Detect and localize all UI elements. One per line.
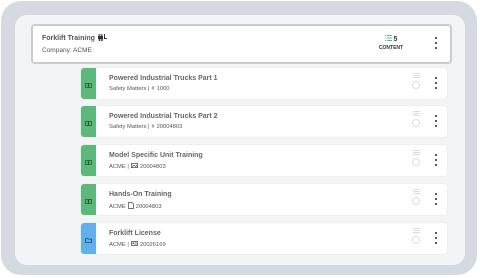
item-more-options-icon[interactable]	[432, 115, 440, 127]
item-more-options-icon[interactable]	[432, 154, 440, 166]
plan-title-text: Forklift Training	[42, 35, 95, 42]
content-item-subtitle: Safety Matters | # 20004803	[109, 124, 182, 130]
content-item-subtitle: Safety Matters | # 1000	[109, 86, 169, 92]
content-item[interactable]: Powered Industrial Trucks Part 2 Safety …	[81, 106, 447, 137]
content-item-code: 20004803	[135, 203, 162, 210]
content-item-code: 20004803	[139, 163, 166, 170]
status-placeholder	[412, 111, 420, 127]
content-item-provider: ACME	[109, 203, 126, 210]
content-item-provider: ACME |	[109, 241, 129, 248]
hash-icon: #	[151, 124, 155, 130]
content-item[interactable]: Powered Industrial Trucks Part 1 Safety …	[81, 68, 447, 99]
content-count-number: 5	[393, 35, 398, 43]
training-plan-header[interactable]: Forklift Training Company: ACME 5 CONTEN…	[31, 24, 452, 64]
content-item-title[interactable]: Powered Industrial Trucks Part 2	[109, 113, 218, 120]
content-item-code: 1000	[156, 86, 170, 92]
status-placeholder	[412, 73, 420, 89]
item-more-options-icon[interactable]	[432, 193, 440, 205]
content-type-tile	[81, 145, 96, 176]
status-placeholder	[412, 228, 420, 244]
content-item[interactable]: Hands-On Training ACME 20004803	[81, 184, 447, 215]
book-icon	[85, 191, 92, 209]
content-type-tile	[81, 223, 96, 254]
content-item[interactable]: Forklift License ACME | 20026169	[81, 223, 447, 254]
content-type-tile	[81, 68, 96, 99]
book-icon	[85, 75, 92, 93]
status-placeholder	[412, 150, 420, 166]
content-item-title[interactable]: Forklift License	[109, 230, 161, 237]
content-type-tile	[81, 106, 96, 137]
content-count-label: CONTENT	[378, 45, 404, 51]
content-item-subtitle: ACME | 20004803	[109, 163, 166, 170]
content-item-code: 20004803	[156, 124, 183, 130]
item-more-options-icon[interactable]	[432, 232, 440, 244]
content-item-title[interactable]: Hands-On Training	[109, 191, 172, 198]
content-item-subtitle: ACME | 20026169	[109, 241, 166, 248]
book-icon	[85, 113, 92, 131]
hash-icon: #	[151, 86, 155, 92]
content-type-tile	[81, 184, 96, 215]
item-more-options-icon[interactable]	[432, 77, 440, 89]
content-item-title[interactable]: Model Specific Unit Training	[109, 152, 203, 159]
outer-frame: Forklift Training Company: ACME 5 CONTEN…	[1, 1, 477, 275]
id-card-icon	[130, 241, 138, 248]
list-icon	[384, 35, 392, 43]
content-panel: Forklift Training Company: ACME 5 CONTEN…	[15, 15, 465, 265]
company-label: Company: ACME	[42, 47, 92, 54]
folder-icon	[85, 230, 92, 248]
status-placeholder	[412, 189, 420, 205]
forklift-icon	[97, 33, 107, 43]
content-count: 5 CONTENT	[371, 35, 411, 51]
header-more-options-icon[interactable]	[432, 37, 440, 49]
content-item-provider: ACME |	[109, 163, 129, 170]
book-icon	[85, 152, 92, 170]
content-item-title[interactable]: Powered Industrial Trucks Part 1	[109, 75, 218, 82]
content-item[interactable]: Model Specific Unit Training ACME | 2000…	[81, 145, 447, 176]
image-icon	[130, 163, 138, 170]
content-item-provider: Safety Matters |	[109, 86, 150, 92]
plan-title: Forklift Training	[42, 33, 107, 43]
content-item-code: 20026169	[139, 241, 166, 248]
document-icon	[127, 202, 134, 211]
content-item-subtitle: ACME 20004803	[109, 202, 162, 211]
content-item-provider: Safety Matters |	[109, 124, 150, 130]
